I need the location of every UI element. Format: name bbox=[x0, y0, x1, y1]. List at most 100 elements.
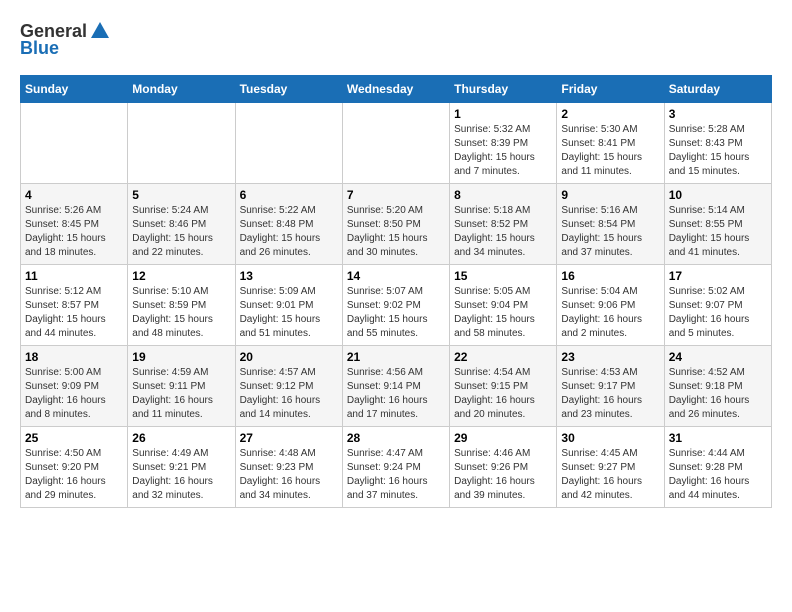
day-number: 14 bbox=[347, 269, 445, 283]
weekday-header-sunday: Sunday bbox=[21, 76, 128, 103]
day-number: 26 bbox=[132, 431, 230, 445]
day-info: Sunrise: 4:57 AM Sunset: 9:12 PM Dayligh… bbox=[240, 366, 338, 422]
day-info: Sunrise: 4:56 AM Sunset: 9:14 PM Dayligh… bbox=[347, 366, 445, 422]
weekday-header-row: SundayMondayTuesdayWednesdayThursdayFrid… bbox=[21, 76, 772, 103]
day-number: 27 bbox=[240, 431, 338, 445]
calendar-cell bbox=[128, 103, 235, 184]
day-number: 24 bbox=[669, 350, 767, 364]
day-info: Sunrise: 5:07 AM Sunset: 9:02 PM Dayligh… bbox=[347, 285, 445, 341]
calendar-table: SundayMondayTuesdayWednesdayThursdayFrid… bbox=[20, 75, 772, 508]
day-info: Sunrise: 5:10 AM Sunset: 8:59 PM Dayligh… bbox=[132, 285, 230, 341]
day-info: Sunrise: 5:05 AM Sunset: 9:04 PM Dayligh… bbox=[454, 285, 552, 341]
logo-blue: Blue bbox=[20, 38, 59, 59]
day-number: 20 bbox=[240, 350, 338, 364]
calendar-week-3: 11 Sunrise: 5:12 AM Sunset: 8:57 PM Dayl… bbox=[21, 265, 772, 346]
calendar-cell: 7 Sunrise: 5:20 AM Sunset: 8:50 PM Dayli… bbox=[342, 184, 449, 265]
day-number: 25 bbox=[25, 431, 123, 445]
day-number: 5 bbox=[132, 188, 230, 202]
page-header: General Blue bbox=[20, 20, 772, 59]
day-number: 30 bbox=[561, 431, 659, 445]
day-info: Sunrise: 5:09 AM Sunset: 9:01 PM Dayligh… bbox=[240, 285, 338, 341]
calendar-cell: 24 Sunrise: 4:52 AM Sunset: 9:18 PM Dayl… bbox=[664, 346, 771, 427]
day-info: Sunrise: 5:16 AM Sunset: 8:54 PM Dayligh… bbox=[561, 204, 659, 260]
calendar-cell: 3 Sunrise: 5:28 AM Sunset: 8:43 PM Dayli… bbox=[664, 103, 771, 184]
day-info: Sunrise: 4:59 AM Sunset: 9:11 PM Dayligh… bbox=[132, 366, 230, 422]
day-info: Sunrise: 5:30 AM Sunset: 8:41 PM Dayligh… bbox=[561, 123, 659, 179]
calendar-cell: 15 Sunrise: 5:05 AM Sunset: 9:04 PM Dayl… bbox=[450, 265, 557, 346]
calendar-cell: 11 Sunrise: 5:12 AM Sunset: 8:57 PM Dayl… bbox=[21, 265, 128, 346]
calendar-cell: 21 Sunrise: 4:56 AM Sunset: 9:14 PM Dayl… bbox=[342, 346, 449, 427]
day-info: Sunrise: 4:47 AM Sunset: 9:24 PM Dayligh… bbox=[347, 447, 445, 503]
day-number: 9 bbox=[561, 188, 659, 202]
calendar-cell: 5 Sunrise: 5:24 AM Sunset: 8:46 PM Dayli… bbox=[128, 184, 235, 265]
day-info: Sunrise: 5:20 AM Sunset: 8:50 PM Dayligh… bbox=[347, 204, 445, 260]
day-info: Sunrise: 5:00 AM Sunset: 9:09 PM Dayligh… bbox=[25, 366, 123, 422]
day-info: Sunrise: 5:12 AM Sunset: 8:57 PM Dayligh… bbox=[25, 285, 123, 341]
day-number: 6 bbox=[240, 188, 338, 202]
day-info: Sunrise: 5:26 AM Sunset: 8:45 PM Dayligh… bbox=[25, 204, 123, 260]
calendar-cell: 8 Sunrise: 5:18 AM Sunset: 8:52 PM Dayli… bbox=[450, 184, 557, 265]
day-number: 28 bbox=[347, 431, 445, 445]
weekday-header-saturday: Saturday bbox=[664, 76, 771, 103]
day-info: Sunrise: 5:24 AM Sunset: 8:46 PM Dayligh… bbox=[132, 204, 230, 260]
calendar-cell: 19 Sunrise: 4:59 AM Sunset: 9:11 PM Dayl… bbox=[128, 346, 235, 427]
calendar-cell: 1 Sunrise: 5:32 AM Sunset: 8:39 PM Dayli… bbox=[450, 103, 557, 184]
day-info: Sunrise: 5:18 AM Sunset: 8:52 PM Dayligh… bbox=[454, 204, 552, 260]
day-number: 23 bbox=[561, 350, 659, 364]
day-number: 18 bbox=[25, 350, 123, 364]
day-number: 13 bbox=[240, 269, 338, 283]
day-info: Sunrise: 4:50 AM Sunset: 9:20 PM Dayligh… bbox=[25, 447, 123, 503]
day-info: Sunrise: 4:54 AM Sunset: 9:15 PM Dayligh… bbox=[454, 366, 552, 422]
day-number: 1 bbox=[454, 107, 552, 121]
day-number: 22 bbox=[454, 350, 552, 364]
day-number: 3 bbox=[669, 107, 767, 121]
day-info: Sunrise: 4:45 AM Sunset: 9:27 PM Dayligh… bbox=[561, 447, 659, 503]
calendar-cell: 18 Sunrise: 5:00 AM Sunset: 9:09 PM Dayl… bbox=[21, 346, 128, 427]
day-number: 7 bbox=[347, 188, 445, 202]
weekday-header-tuesday: Tuesday bbox=[235, 76, 342, 103]
calendar-cell: 30 Sunrise: 4:45 AM Sunset: 9:27 PM Dayl… bbox=[557, 427, 664, 508]
day-info: Sunrise: 5:22 AM Sunset: 8:48 PM Dayligh… bbox=[240, 204, 338, 260]
logo-icon bbox=[89, 20, 111, 42]
calendar-cell bbox=[342, 103, 449, 184]
calendar-week-4: 18 Sunrise: 5:00 AM Sunset: 9:09 PM Dayl… bbox=[21, 346, 772, 427]
calendar-cell bbox=[235, 103, 342, 184]
weekday-header-wednesday: Wednesday bbox=[342, 76, 449, 103]
day-number: 15 bbox=[454, 269, 552, 283]
day-info: Sunrise: 4:52 AM Sunset: 9:18 PM Dayligh… bbox=[669, 366, 767, 422]
day-info: Sunrise: 5:14 AM Sunset: 8:55 PM Dayligh… bbox=[669, 204, 767, 260]
calendar-cell: 10 Sunrise: 5:14 AM Sunset: 8:55 PM Dayl… bbox=[664, 184, 771, 265]
calendar-cell: 31 Sunrise: 4:44 AM Sunset: 9:28 PM Dayl… bbox=[664, 427, 771, 508]
day-number: 17 bbox=[669, 269, 767, 283]
day-info: Sunrise: 4:48 AM Sunset: 9:23 PM Dayligh… bbox=[240, 447, 338, 503]
logo: General Blue bbox=[20, 20, 111, 59]
calendar-cell: 2 Sunrise: 5:30 AM Sunset: 8:41 PM Dayli… bbox=[557, 103, 664, 184]
calendar-cell: 26 Sunrise: 4:49 AM Sunset: 9:21 PM Dayl… bbox=[128, 427, 235, 508]
calendar-cell: 20 Sunrise: 4:57 AM Sunset: 9:12 PM Dayl… bbox=[235, 346, 342, 427]
calendar-week-1: 1 Sunrise: 5:32 AM Sunset: 8:39 PM Dayli… bbox=[21, 103, 772, 184]
weekday-header-friday: Friday bbox=[557, 76, 664, 103]
calendar-week-2: 4 Sunrise: 5:26 AM Sunset: 8:45 PM Dayli… bbox=[21, 184, 772, 265]
calendar-cell: 28 Sunrise: 4:47 AM Sunset: 9:24 PM Dayl… bbox=[342, 427, 449, 508]
day-info: Sunrise: 4:53 AM Sunset: 9:17 PM Dayligh… bbox=[561, 366, 659, 422]
calendar-cell bbox=[21, 103, 128, 184]
calendar-cell: 14 Sunrise: 5:07 AM Sunset: 9:02 PM Dayl… bbox=[342, 265, 449, 346]
day-number: 16 bbox=[561, 269, 659, 283]
day-info: Sunrise: 5:04 AM Sunset: 9:06 PM Dayligh… bbox=[561, 285, 659, 341]
calendar-cell: 27 Sunrise: 4:48 AM Sunset: 9:23 PM Dayl… bbox=[235, 427, 342, 508]
calendar-cell: 22 Sunrise: 4:54 AM Sunset: 9:15 PM Dayl… bbox=[450, 346, 557, 427]
day-number: 19 bbox=[132, 350, 230, 364]
calendar-cell: 25 Sunrise: 4:50 AM Sunset: 9:20 PM Dayl… bbox=[21, 427, 128, 508]
calendar-cell: 17 Sunrise: 5:02 AM Sunset: 9:07 PM Dayl… bbox=[664, 265, 771, 346]
day-number: 29 bbox=[454, 431, 552, 445]
day-number: 31 bbox=[669, 431, 767, 445]
day-info: Sunrise: 5:28 AM Sunset: 8:43 PM Dayligh… bbox=[669, 123, 767, 179]
day-number: 2 bbox=[561, 107, 659, 121]
day-info: Sunrise: 4:49 AM Sunset: 9:21 PM Dayligh… bbox=[132, 447, 230, 503]
day-number: 11 bbox=[25, 269, 123, 283]
calendar-cell: 23 Sunrise: 4:53 AM Sunset: 9:17 PM Dayl… bbox=[557, 346, 664, 427]
calendar-cell: 9 Sunrise: 5:16 AM Sunset: 8:54 PM Dayli… bbox=[557, 184, 664, 265]
calendar-cell: 6 Sunrise: 5:22 AM Sunset: 8:48 PM Dayli… bbox=[235, 184, 342, 265]
day-number: 10 bbox=[669, 188, 767, 202]
calendar-week-5: 25 Sunrise: 4:50 AM Sunset: 9:20 PM Dayl… bbox=[21, 427, 772, 508]
